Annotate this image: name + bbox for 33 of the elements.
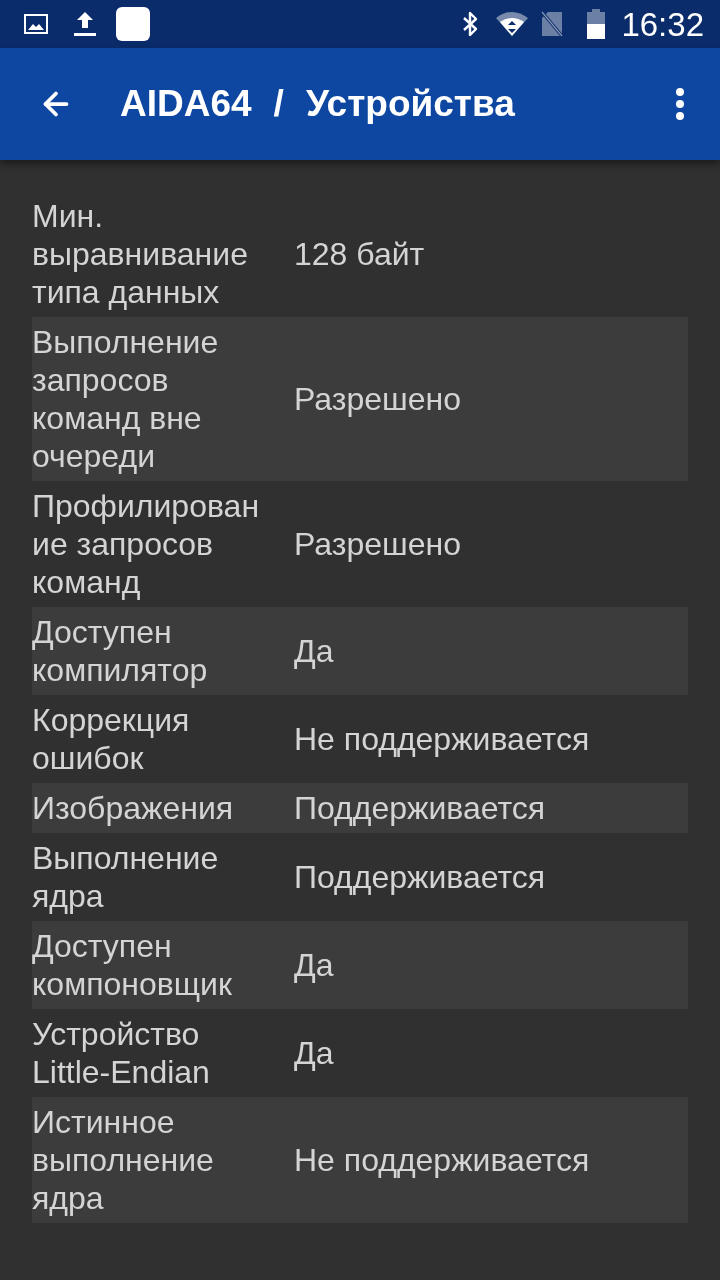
no-sim-icon [541, 11, 564, 37]
property-label: Истинное выполнение ядра [32, 1103, 215, 1217]
property-value: 128 байт [294, 235, 426, 273]
upload-icon [73, 11, 97, 37]
more-options-button[interactable] [674, 86, 686, 122]
property-value: Да [294, 946, 335, 984]
image-icon [24, 14, 48, 34]
property-value: Да [294, 632, 335, 670]
kebab-menu-icon [676, 88, 684, 120]
status-time: 16:32 [621, 7, 704, 41]
property-label: Выполнение ядра [32, 839, 220, 915]
property-label: Коррекция ошибок [32, 701, 191, 777]
property-label: Выполнение запросов команд вне очереди [32, 323, 220, 475]
app-title: AIDA64 [120, 82, 252, 127]
property-label: Доступен компоновщик [32, 927, 233, 1003]
property-label: Изображения [32, 789, 235, 827]
property-value: Разрешено [294, 525, 462, 563]
property-value: Разрешено [294, 380, 462, 418]
breadcrumb-separator: / [273, 82, 284, 127]
property-value: Поддерживается [294, 858, 547, 896]
wifi-icon [495, 11, 530, 37]
property-label: Устройство Little-Endian [32, 1015, 211, 1091]
property-value: Да [294, 1034, 335, 1072]
property-label: Мин. выравнивание типа данных [32, 197, 249, 311]
property-value: Не поддерживается [294, 720, 591, 758]
page-title: Устройства [305, 82, 515, 127]
property-value: Не поддерживается [294, 1141, 591, 1179]
battery-icon [587, 9, 606, 39]
property-label: Доступен компилятор [32, 613, 209, 689]
property-label: Профилирование запросов команд [32, 487, 261, 601]
property-value: Поддерживается [294, 789, 547, 827]
bluetooth-icon [461, 10, 480, 38]
blank-tile-icon [116, 7, 150, 41]
